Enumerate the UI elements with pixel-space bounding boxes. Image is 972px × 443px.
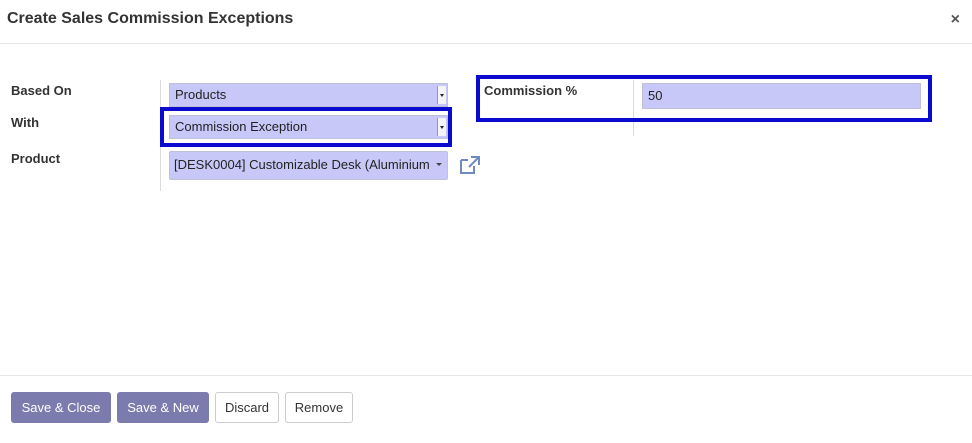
commission-input[interactable]: 50 bbox=[642, 83, 921, 109]
discard-button[interactable]: Discard bbox=[215, 392, 279, 423]
left-column-divider bbox=[160, 80, 161, 191]
right-column-divider bbox=[633, 80, 634, 136]
based-on-value: Products bbox=[175, 87, 227, 102]
product-field[interactable]: [DESK0004] Customizable Desk (Aluminium bbox=[169, 151, 448, 180]
close-button[interactable]: × bbox=[951, 12, 960, 28]
external-link-icon[interactable] bbox=[459, 155, 481, 175]
chevron-down-icon bbox=[437, 86, 446, 104]
remove-button[interactable]: Remove bbox=[285, 392, 353, 423]
product-label: Product bbox=[11, 151, 61, 166]
commission-label: Commission % bbox=[484, 83, 578, 98]
dialog-header: Create Sales Commission Exceptions × bbox=[0, 0, 972, 44]
with-value: Commission Exception bbox=[175, 119, 308, 134]
with-label: With bbox=[11, 115, 40, 130]
caret-down-icon bbox=[436, 163, 442, 166]
dialog-title: Create Sales Commission Exceptions bbox=[7, 10, 294, 27]
with-select[interactable]: Commission Exception bbox=[169, 115, 448, 139]
save-close-button[interactable]: Save & Close bbox=[11, 392, 111, 423]
product-value: [DESK0004] Customizable Desk (Aluminium bbox=[174, 157, 430, 172]
based-on-select[interactable]: Products bbox=[169, 83, 448, 107]
save-new-button[interactable]: Save & New bbox=[117, 392, 209, 423]
chevron-down-icon bbox=[437, 118, 446, 136]
based-on-label: Based On bbox=[11, 83, 72, 98]
